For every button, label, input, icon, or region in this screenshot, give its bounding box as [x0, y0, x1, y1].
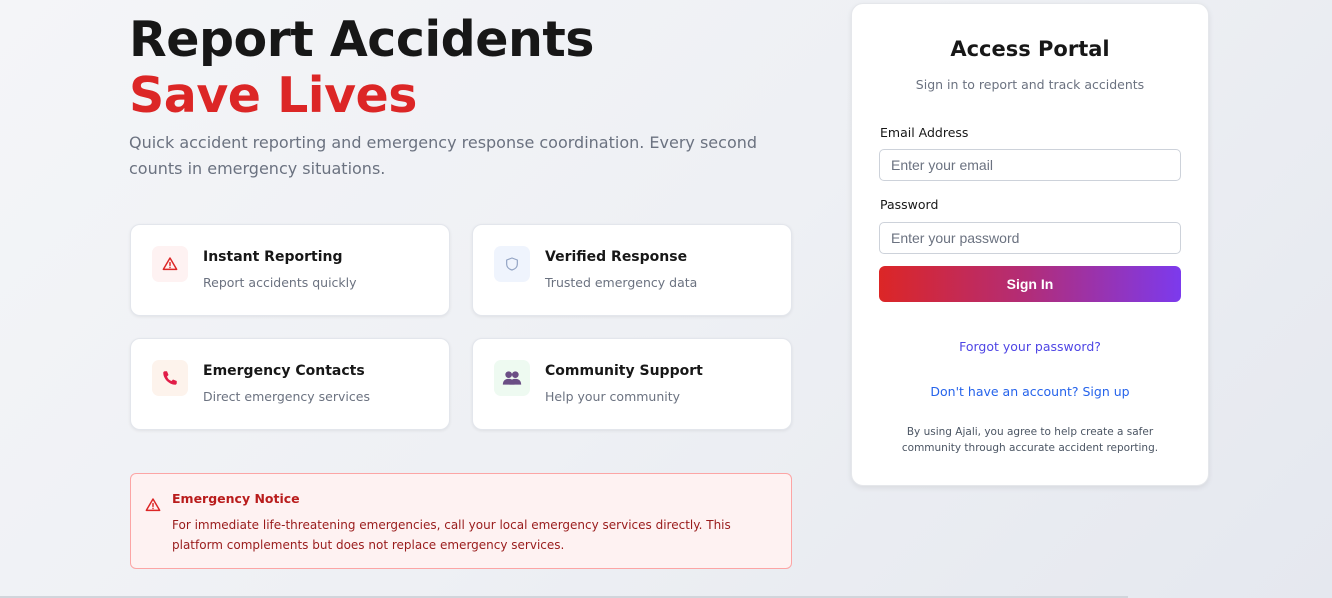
sign-in-button[interactable]: Sign In — [879, 266, 1181, 302]
feature-desc: Help your community — [545, 389, 681, 404]
notice-text: For immediate life-threatening emergenci… — [172, 518, 731, 552]
password-label: Password — [880, 197, 939, 212]
feature-desc: Direct emergency services — [203, 389, 370, 404]
emergency-notice: Emergency Notice For immediate life-thre… — [130, 473, 792, 569]
feature-card-community-support: Community Support Help your community — [472, 338, 792, 430]
sign-up-link[interactable]: Don't have an account? Sign up — [852, 384, 1208, 399]
feature-card-instant-reporting: Instant Reporting Report accidents quick… — [130, 224, 450, 316]
feature-desc: Trusted emergency data — [545, 275, 698, 290]
feature-title: Community Support — [545, 363, 703, 379]
feature-title: Emergency Contacts — [203, 363, 365, 379]
shield-icon — [494, 246, 530, 282]
users-icon — [494, 360, 530, 396]
hero-title: Report Accidents — [129, 11, 594, 68]
warning-triangle-icon — [152, 246, 188, 282]
terms-text: By using Ajali, you agree to help create… — [901, 426, 1159, 454]
warning-triangle-icon — [145, 497, 161, 517]
phone-icon — [152, 360, 188, 396]
feature-desc: Report accidents quickly — [203, 275, 357, 290]
forgot-password-link[interactable]: Forgot your password? — [852, 339, 1208, 354]
hero-accent-title: Save Lives — [129, 67, 417, 124]
portal-title: Access Portal — [950, 37, 1110, 61]
email-field[interactable] — [879, 149, 1181, 181]
password-field[interactable] — [879, 222, 1181, 254]
email-label: Email Address — [880, 125, 969, 140]
notice-title: Emergency Notice — [172, 491, 300, 506]
feature-card-emergency-contacts: Emergency Contacts Direct emergency serv… — [130, 338, 450, 430]
feature-title: Instant Reporting — [203, 249, 343, 265]
access-portal-card: Access Portal Sign in to report and trac… — [851, 3, 1209, 486]
portal-subtitle: Sign in to report and track accidents — [915, 77, 1145, 92]
hero-subtitle: Quick accident reporting and emergency r… — [129, 133, 758, 178]
feature-card-verified-response: Verified Response Trusted emergency data — [472, 224, 792, 316]
feature-title: Verified Response — [545, 249, 688, 265]
